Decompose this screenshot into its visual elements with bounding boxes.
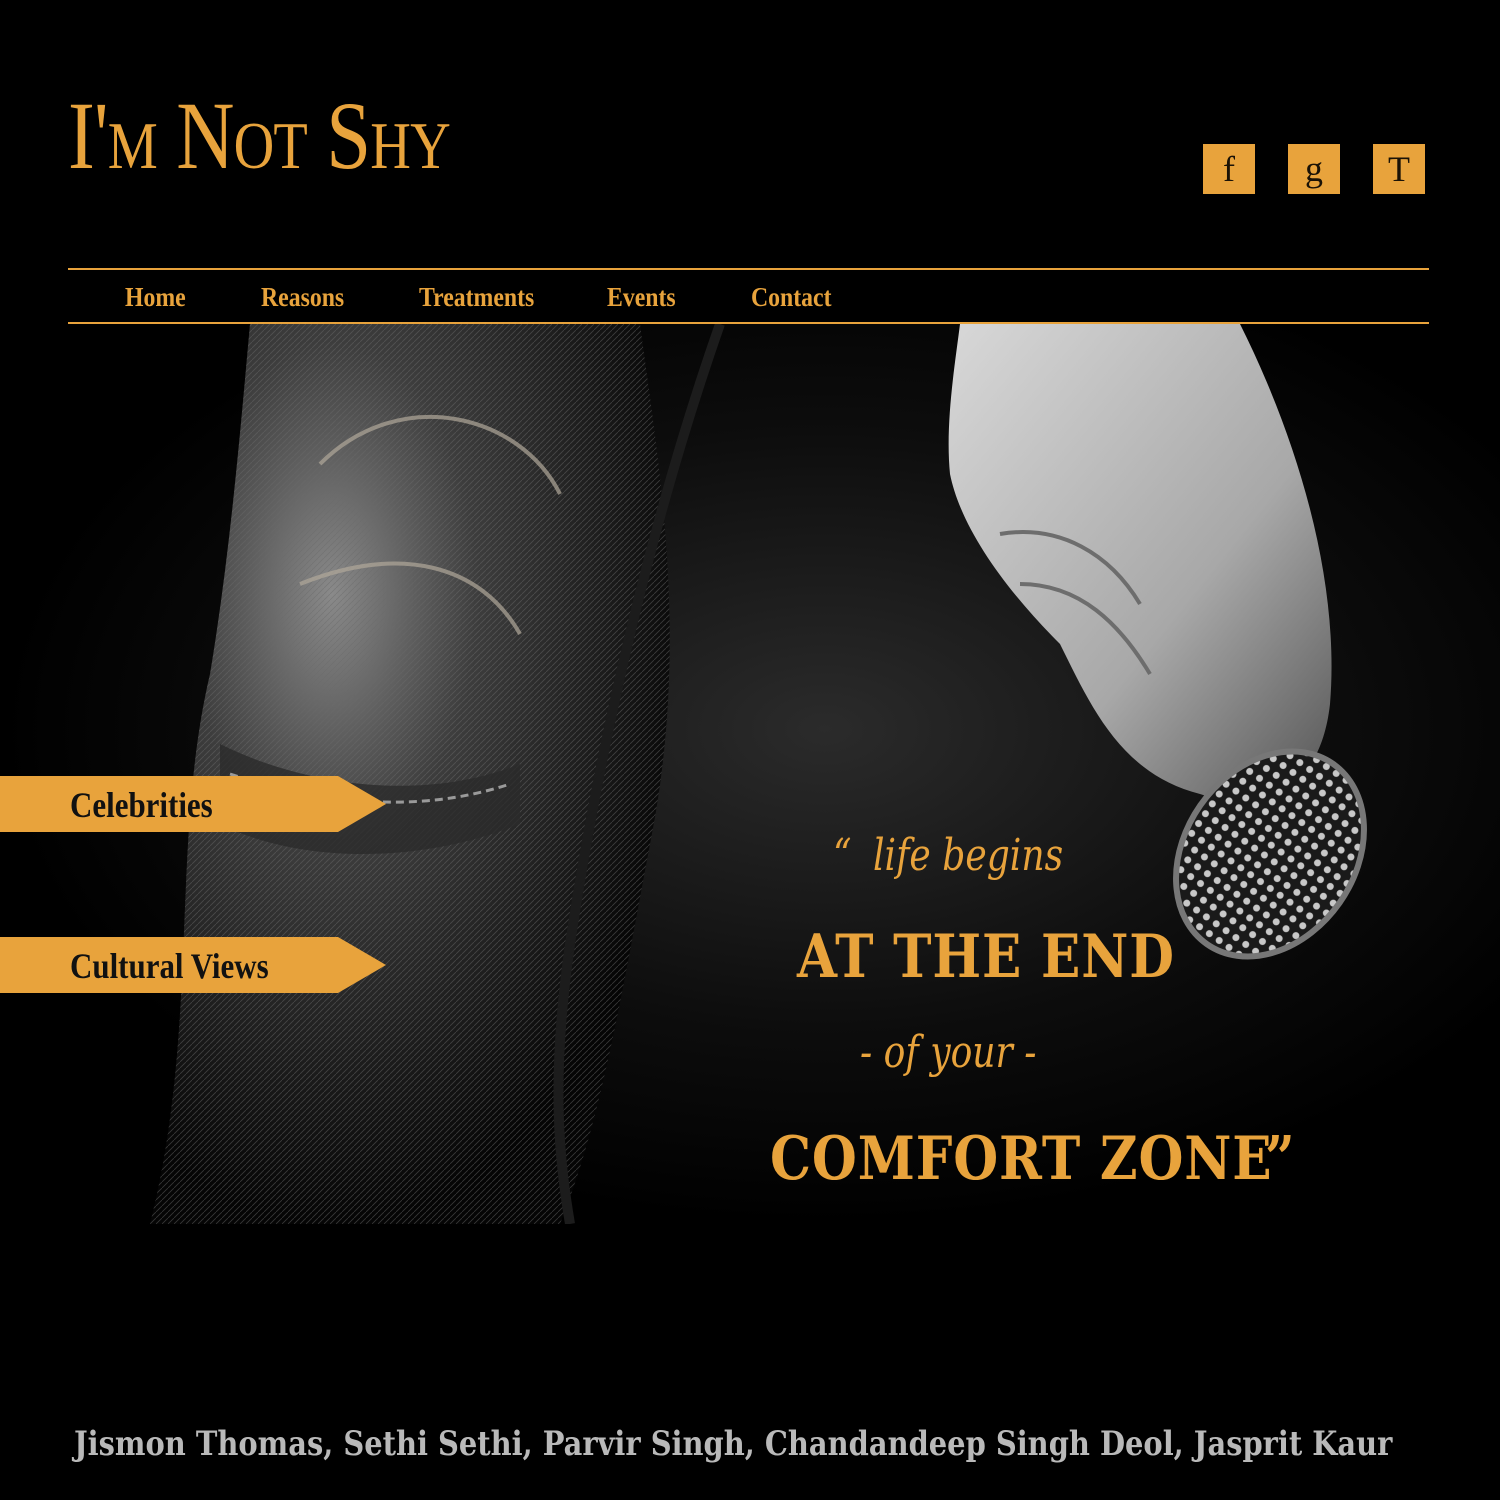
cultural-views-label: Cultural Views	[70, 946, 269, 986]
hero-image	[0, 324, 1500, 1224]
nav-item-contact[interactable]: Contact	[751, 282, 832, 313]
hero-photo	[0, 324, 1500, 1224]
quote-open-mark: “	[833, 830, 852, 881]
google-plus-icon[interactable]: g	[1288, 144, 1340, 194]
quote-line-1: life begins	[873, 830, 1064, 881]
quote-line-3: - of your -	[860, 1027, 1037, 1078]
site-title: I'm Not Shy	[68, 82, 451, 189]
quote-line-4: COMFORT ZONE	[770, 1124, 1273, 1194]
quote-line-2: AT THE END	[797, 922, 1175, 992]
nav-item-treatments[interactable]: Treatments	[419, 282, 534, 313]
nav-item-events[interactable]: Events	[607, 282, 676, 313]
facebook-icon[interactable]: f	[1203, 144, 1255, 194]
social-links: f g T	[1203, 144, 1425, 194]
footer-credits: Jismon Thomas, Sethi Sethi, Parvir Singh…	[74, 1424, 1393, 1464]
celebrities-label: Celebrities	[70, 785, 213, 825]
nav-item-reasons[interactable]: Reasons	[261, 282, 344, 313]
twitter-icon[interactable]: T	[1373, 144, 1425, 194]
nav-item-home[interactable]: Home	[125, 282, 186, 313]
main-nav: Home Reasons Treatments Events Contact	[68, 270, 1429, 322]
quote-close-mark: ”	[1265, 1124, 1296, 1194]
